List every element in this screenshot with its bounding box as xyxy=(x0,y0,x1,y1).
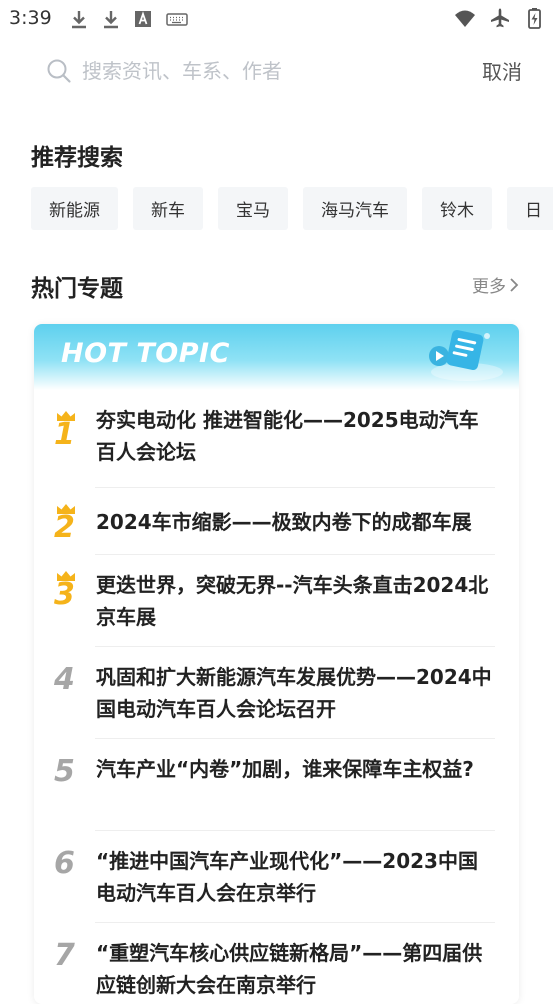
wifi-icon xyxy=(455,10,475,27)
battery-charging-icon xyxy=(528,8,541,29)
cancel-button[interactable]: 取消 xyxy=(482,56,522,85)
recommended-tags: 新能源 新车 宝马 海马汽车 铃木 日 xyxy=(31,187,553,230)
status-icons-left xyxy=(68,8,188,30)
status-time: 3:39 xyxy=(9,7,52,29)
chevron-right-icon xyxy=(510,277,519,292)
topic-title: “重塑汽车核心供应链新格局”——第四届供应链创新大会在南京举行 xyxy=(96,941,483,997)
hot-topics-title: 热门专题 xyxy=(31,276,123,302)
topic-title: 汽车产业“内卷”加剧，谁来保障车主权益? xyxy=(96,757,474,781)
list-item[interactable]: 6 “推进中国汽车产业现代化”——2023中国电动汽车百人会在京举行 xyxy=(34,831,519,923)
list-item[interactable]: 1 夯实电动化 推进智能化——2025电动汽车百人会论坛 xyxy=(34,390,519,488)
list-item[interactable]: 7 “重塑汽车核心供应链新格局”——第四届供应链创新大会在南京举行 xyxy=(34,923,519,1004)
download-icon xyxy=(72,11,86,29)
topic-title: “推进中国汽车产业现代化”——2023中国电动汽车百人会在京举行 xyxy=(96,849,478,905)
topic-decoration-icon xyxy=(429,329,503,381)
search-bar: 取消 xyxy=(0,46,553,96)
topic-title: 巩固和扩大新能源汽车发展优势——2024中国电动汽车百人会论坛召开 xyxy=(96,665,492,721)
airplane-icon xyxy=(491,8,509,28)
keyboard-icon xyxy=(166,13,188,26)
recommended-search-title: 推荐搜索 xyxy=(31,145,123,171)
rank-number: 7 xyxy=(54,938,75,973)
rank-number: 4 xyxy=(54,662,75,697)
search-icon xyxy=(47,59,71,83)
tag-item[interactable]: 海马汽车 xyxy=(303,187,407,230)
tag-item[interactable]: 新能源 xyxy=(31,187,118,230)
tag-item[interactable]: 宝马 xyxy=(218,187,288,230)
more-link[interactable]: 更多 xyxy=(472,272,519,297)
hot-topic-label: HOT TOPIC xyxy=(61,338,230,369)
topic-title: 更迭世界，突破无界--汽车头条直击2024北京车展 xyxy=(96,573,489,629)
list-item[interactable]: 2 2024车市缩影——极致内卷下的成都车展 xyxy=(34,488,519,555)
tag-item[interactable]: 新车 xyxy=(133,187,203,230)
rank-number: 3 xyxy=(54,577,75,612)
topic-list: 1 夯实电动化 推进智能化——2025电动汽车百人会论坛 2 2024车市缩影—… xyxy=(34,390,519,1004)
topic-title: 2024车市缩影——极致内卷下的成都车展 xyxy=(96,510,472,534)
tag-item[interactable]: 日 xyxy=(507,187,553,230)
font-a-icon xyxy=(135,11,151,27)
list-item[interactable]: 5 汽车产业“内卷”加剧，谁来保障车主权益? xyxy=(34,739,519,831)
list-item[interactable]: 3 更迭世界，突破无界--汽车头条直击2024北京车展 xyxy=(34,555,519,647)
list-item[interactable]: 4 巩固和扩大新能源汽车发展优势——2024中国电动汽车百人会论坛召开 xyxy=(34,647,519,739)
more-label: 更多 xyxy=(472,277,506,297)
search-input[interactable] xyxy=(82,56,442,86)
status-bar: 3:39 xyxy=(0,0,553,36)
rank-number: 2 xyxy=(54,510,75,545)
hot-topic-banner: HOT TOPIC xyxy=(34,324,519,390)
rank-number: 6 xyxy=(54,846,75,881)
tag-item[interactable]: 铃木 xyxy=(422,187,492,230)
topic-title: 夯实电动化 推进智能化——2025电动汽车百人会论坛 xyxy=(96,408,479,464)
status-icons-right xyxy=(453,7,545,29)
hot-topic-card: HOT TOPIC 1 夯实电动化 推进智能化——2025电动汽车百人会论坛 2… xyxy=(34,324,519,1004)
download-icon xyxy=(104,11,118,29)
rank-number: 5 xyxy=(54,754,75,789)
rank-number: 1 xyxy=(54,417,75,452)
